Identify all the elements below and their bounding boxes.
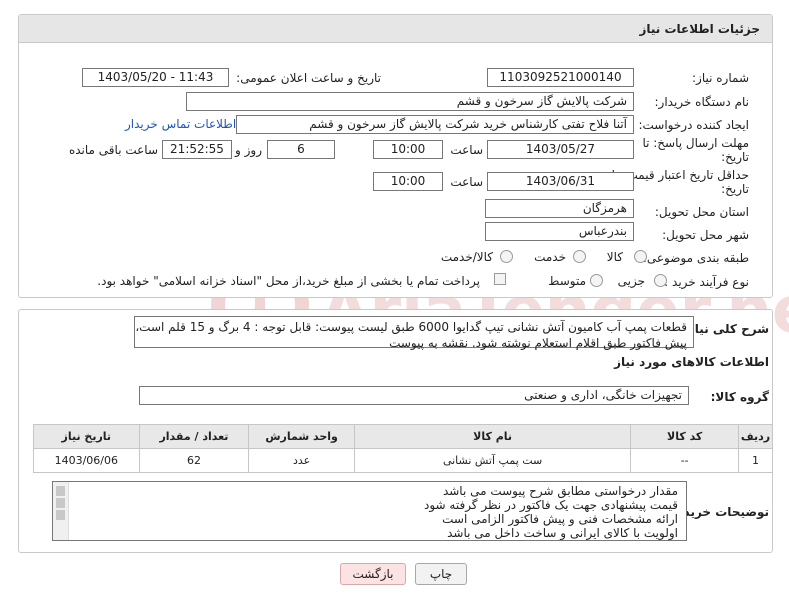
- note-line: ارائه مشخصات فنی و پیش فاکتور الزامی است: [442, 512, 678, 526]
- buyer-org-label: نام دستگاه خریدار:: [654, 95, 750, 109]
- day-and-label: روز و: [235, 143, 262, 157]
- remaining-time-field: 21:52:55: [162, 140, 232, 159]
- cell-row-number: 1: [738, 448, 773, 473]
- announce-datetime-field: 1403/05/20 - 11:43: [82, 68, 229, 87]
- col-header-quantity: تعداد / مقدار: [138, 424, 250, 449]
- category-goods-label: کالا: [606, 250, 623, 264]
- requester-field: آتنا فلاح تفتی کارشناس خرید شرکت پالایش …: [236, 115, 634, 134]
- category-service-label: خدمت: [534, 250, 566, 264]
- goods-group-label: گروه کالا:: [710, 390, 769, 404]
- treasury-payment-checkbox[interactable]: [494, 273, 506, 285]
- general-desc-line: پیش فاکتور طبق اقلام استعلام نوشته شود. …: [389, 336, 687, 350]
- print-button[interactable]: چاپ: [415, 563, 467, 585]
- buyer-org-field: شرکت پالایش گاز سرخون و قشم: [186, 92, 634, 111]
- category-label: طبقه بندی موضوعی:: [642, 251, 749, 265]
- col-header-goods-name: نام کالا: [353, 424, 632, 449]
- price-time-label: ساعت: [450, 175, 483, 189]
- price-time-field: 10:00: [373, 172, 443, 191]
- remaining-label: ساعت باقی مانده: [68, 143, 158, 157]
- col-header-goods-code: کد کالا: [630, 424, 739, 449]
- reply-deadline-label: مهلت ارسال پاسخ: تا: [642, 136, 749, 150]
- category-service-radio[interactable]: [573, 250, 586, 263]
- category-goods-service-radio[interactable]: [500, 250, 513, 263]
- table-row: 1 -- ست پمپ آتش نشانی عدد 62 1403/06/06: [33, 448, 773, 473]
- city-label: شهر محل تحویل:: [662, 228, 749, 242]
- goods-info-heading: اطلاعات کالاهای مورد نیاز: [614, 355, 769, 369]
- cell-need-date: 1403/06/06: [33, 448, 140, 473]
- col-header-unit: واحد شمارش: [248, 424, 355, 449]
- purchase-small-label: جزیی: [617, 274, 645, 288]
- note-line: اولویت با کالای ایرانی و ساخت داخل می با…: [447, 526, 678, 540]
- announce-datetime-label: تاریخ و ساعت اعلان عمومی:: [236, 71, 381, 85]
- cell-goods-code: --: [630, 448, 739, 473]
- category-goods-service-label: کالا/خدمت: [440, 250, 493, 264]
- buyer-notes-textarea[interactable]: مقدار درخواستی مطابق شرح پیوست می باشد ق…: [52, 481, 687, 541]
- notes-scrollbar[interactable]: [53, 482, 69, 540]
- purchase-medium-label: متوسط: [548, 274, 586, 288]
- days-field: 6: [267, 140, 335, 159]
- goods-group-field: تجهیزات خانگی، اداری و صنعتی: [139, 386, 689, 405]
- col-header-need-date: تاریخ نیاز: [33, 424, 140, 449]
- need-number-label: شماره نیاز:: [692, 71, 749, 85]
- contact-buyer-link[interactable]: اطلاعات تماس خریدار: [125, 117, 236, 131]
- province-label: استان محل تحویل:: [654, 205, 749, 219]
- cell-quantity: 62: [138, 448, 250, 473]
- cell-unit: عدد: [248, 448, 355, 473]
- price-date-field: 1403/06/31: [487, 172, 634, 191]
- treasury-payment-label: پرداخت تمام یا بخشی از مبلغ خرید،از محل …: [97, 274, 480, 288]
- goods-table: ردیف کد کالا نام کالا واحد شمارش تعداد /…: [33, 424, 773, 473]
- province-field: هرمزگان: [485, 199, 634, 218]
- city-field: بندرعباس: [485, 222, 634, 241]
- reply-date-field: 1403/05/27: [487, 140, 634, 159]
- price-deadline-label-2: تاریخ:: [721, 182, 749, 196]
- note-line: قیمت پیشنهادی جهت یک فاکتور در نظر گرفته…: [423, 498, 678, 512]
- requester-label: ایجاد کننده درخواست:: [638, 118, 749, 132]
- general-desc-textarea: قطعات پمپ آب کامیون آتش نشانی تیپ گدایوا…: [134, 316, 694, 350]
- panel-title: جزئیات اطلاعات نیاز: [19, 15, 772, 43]
- note-line: مقدار درخواستی مطابق شرح پیوست می باشد: [442, 484, 678, 498]
- purchase-medium-radio[interactable]: [590, 274, 603, 287]
- cell-goods-name: ست پمپ آتش نشانی: [353, 448, 632, 473]
- purchase-type-label: نوع فرآیند خرید :: [664, 275, 749, 289]
- back-button[interactable]: بازگشت: [340, 563, 406, 585]
- general-desc-line: قطعات پمپ آب کامیون آتش نشانی تیپ گدایوا…: [135, 320, 687, 334]
- general-desc-label: شرح کلی نیاز:: [683, 322, 769, 336]
- need-number-field: 1103092521000140: [487, 68, 634, 87]
- col-header-row-number: ردیف: [738, 424, 773, 449]
- purchase-small-radio[interactable]: [654, 274, 667, 287]
- category-goods-radio[interactable]: [634, 250, 647, 263]
- reply-time-field: 10:00: [373, 140, 443, 159]
- reply-deadline-label-2: تاریخ:: [721, 150, 749, 164]
- reply-time-label: ساعت: [450, 143, 483, 157]
